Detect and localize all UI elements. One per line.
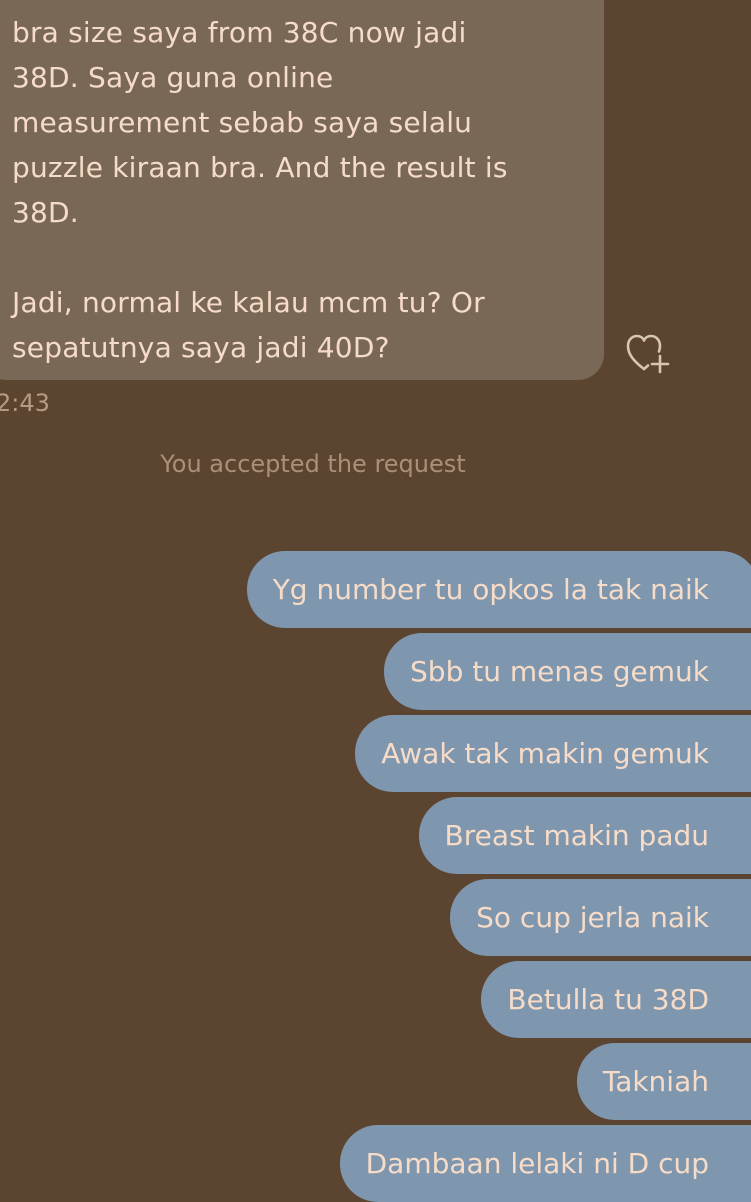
message-timestamp: 2:43 (0, 389, 50, 417)
sent-message-bubble[interactable]: Yg number tu opkos la tak naik (246, 551, 751, 628)
sent-message-bubble[interactable]: Betulla tu 38D (481, 961, 751, 1038)
message-text-line: Jadi, normal ke kalau mcm tu? Or (12, 286, 485, 319)
heart-plus-icon[interactable] (624, 332, 674, 378)
message-text-line: 38D. Saya guna online (12, 61, 334, 94)
sent-message-bubble[interactable]: Sbb tu menas gemuk (384, 633, 751, 710)
message-text-line: 38D. (12, 196, 79, 229)
sent-message-bubble[interactable]: Breast makin padu (418, 797, 751, 874)
message-text-line: sepatutnya saya jadi 40D? (12, 331, 390, 364)
message-text-line: measurement sebab saya selalu (12, 106, 473, 139)
received-message-bubble[interactable]: bra size saya from 38C now jadi 38D. Say… (0, 0, 604, 380)
sent-message-bubble[interactable]: So cup jerla naik (450, 879, 751, 956)
sent-message-bubble[interactable]: Awak tak makin gemuk (355, 715, 751, 792)
message-text-line: bra size saya from 38C now jadi (12, 16, 467, 49)
sent-message-bubble[interactable]: Takniah (576, 1043, 751, 1120)
system-message: You accepted the request (160, 450, 466, 478)
message-text-line: puzzle kiraan bra. And the result is (12, 151, 508, 184)
sent-message-bubble[interactable]: Dambaan lelaki ni D cup (339, 1125, 751, 1202)
